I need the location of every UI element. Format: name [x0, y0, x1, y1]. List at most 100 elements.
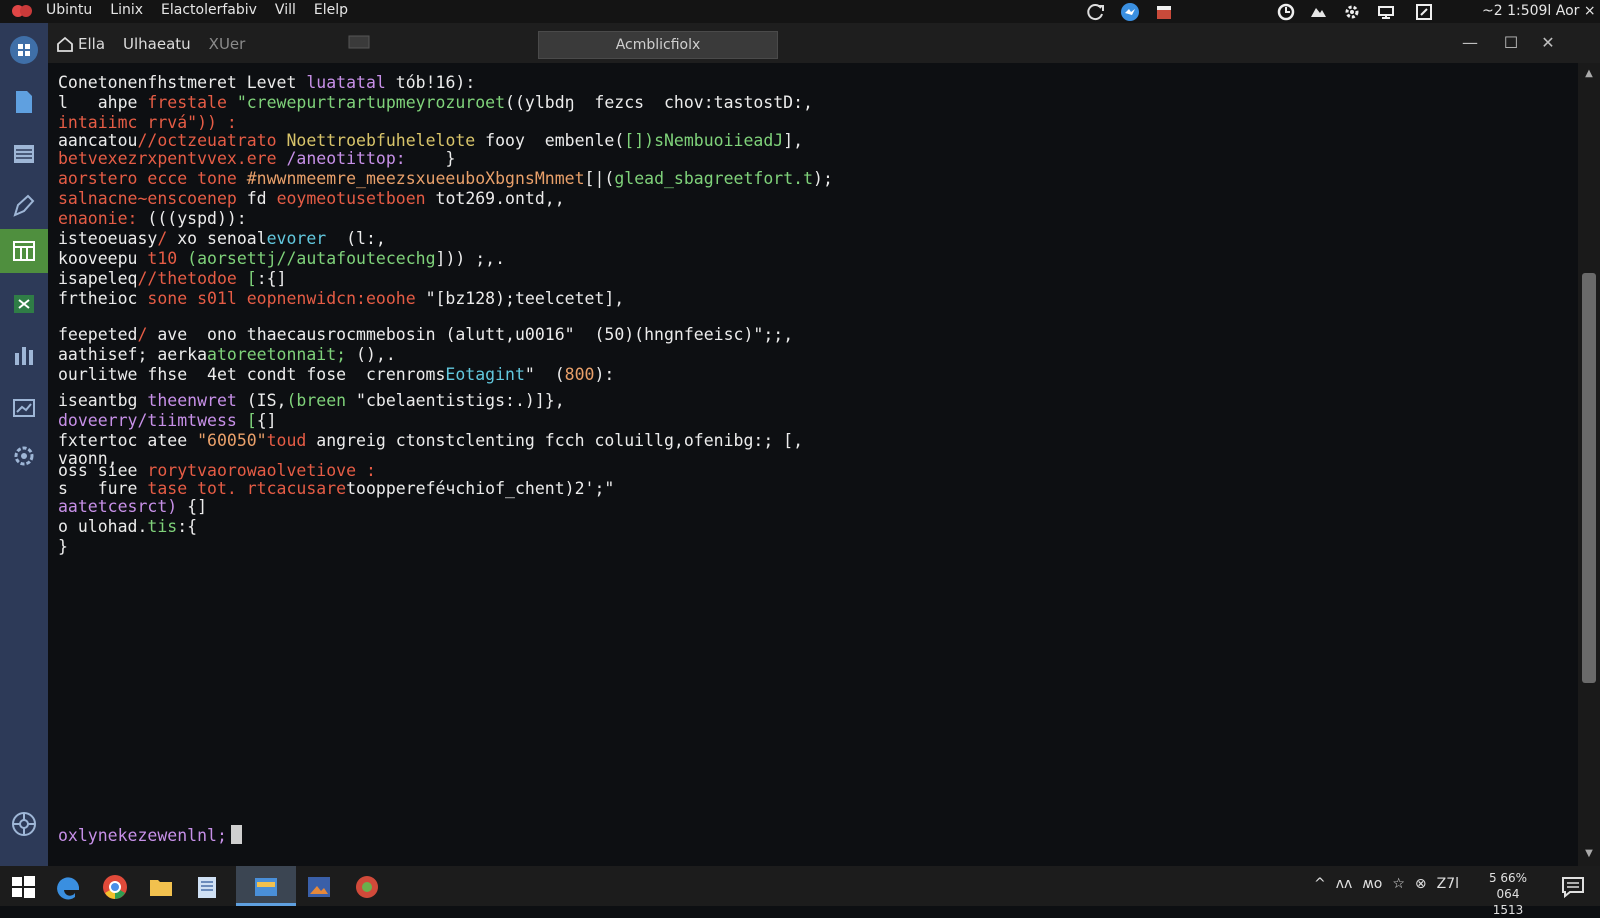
terminal-token: "60050": [197, 431, 267, 450]
menu-item-view[interactable]: Vill: [275, 2, 296, 18]
tray-keyboard-icon[interactable]: Z7l: [1437, 876, 1459, 892]
window-icon[interactable]: [1414, 2, 1434, 22]
terminal-line: }: [58, 537, 68, 557]
spreadsheet-icon[interactable]: [9, 289, 39, 319]
scroll-down-arrow-icon[interactable]: ▼: [1583, 849, 1595, 859]
bar-chart-icon[interactable]: [9, 341, 39, 371]
terminal-token: :{]: [256, 269, 287, 288]
home-icon: [57, 36, 73, 52]
menu-item-help[interactable]: Elelp: [314, 2, 348, 18]
terminal-token: (((yspd)):: [147, 209, 247, 228]
tab-bar: Ella Ulhaeatu XUer Acmblicfiolx — ☐ ✕: [48, 23, 1600, 63]
terminal-token: }: [405, 149, 456, 168]
terminal-cursor: [230, 825, 242, 844]
terminal-token: ],: [783, 131, 804, 150]
edit-icon[interactable]: [9, 191, 39, 221]
chrome-browser-icon[interactable]: [102, 874, 128, 900]
list-icon[interactable]: [9, 139, 39, 169]
terminal-token: oss siee: [58, 461, 148, 480]
terminal-line: l ahpe frestale "crewepurtrartupmeyrozur…: [58, 93, 813, 113]
tray-volume-icon[interactable]: ʍo: [1362, 876, 1382, 892]
notepad-icon[interactable]: [194, 874, 220, 900]
refresh-icon[interactable]: [1086, 2, 1106, 22]
taskbar-clock-line1: 5 66%: [1488, 871, 1528, 885]
gear-icon[interactable]: [1342, 2, 1362, 22]
table-icon[interactable]: [9, 236, 39, 266]
graph-icon[interactable]: [9, 393, 39, 423]
terminal-token: tooppereféчchiof_chent)2';": [346, 479, 615, 498]
tab-home[interactable]: Ella: [56, 35, 105, 53]
terminal-token: [: [246, 269, 257, 288]
terminal-token: fooy embenle(: [475, 131, 625, 150]
tray-shield-icon[interactable]: ⊗: [1415, 876, 1427, 892]
package-icon[interactable]: [1154, 2, 1174, 22]
start-orb-icon[interactable]: [9, 35, 39, 65]
cloud-icon[interactable]: [1308, 2, 1328, 22]
scroll-up-arrow-icon[interactable]: ▲: [1583, 69, 1595, 79]
image-editor-icon[interactable]: [306, 874, 332, 900]
scrollbar[interactable]: ▲ ▼: [1578, 63, 1600, 866]
file-explorer-icon[interactable]: [148, 874, 174, 900]
terminal-line: doveerry/tiimtwess [{]: [58, 411, 277, 431]
notification-icon[interactable]: [1560, 874, 1586, 900]
tray-wifi-icon[interactable]: ☆: [1392, 876, 1405, 892]
tray-network-icon[interactable]: ʌʌ: [1336, 876, 1353, 892]
minimize-button[interactable]: —: [1458, 31, 1482, 55]
sync-icon[interactable]: [1276, 2, 1296, 22]
top-clock[interactable]: ~2 1:509l Aor ×: [1482, 3, 1596, 19]
terminal-line: o ulohad.tis:{: [58, 517, 197, 537]
maximize-button[interactable]: ☐: [1499, 31, 1523, 55]
terminal-token: l ahpe: [58, 93, 148, 112]
terminal-token: "crewepurtrartupmeyrozuroet: [236, 93, 506, 112]
network-icon[interactable]: [1376, 2, 1396, 22]
close-button[interactable]: ✕: [1536, 31, 1560, 55]
terminal-token: (),.: [346, 345, 396, 364]
media-app-icon[interactable]: [354, 874, 380, 900]
terminal-token: " (: [524, 365, 565, 384]
app-logo-icon[interactable]: [12, 4, 32, 18]
terminal-app-icon[interactable]: [253, 874, 279, 900]
menu-item-ubuntu[interactable]: Ubintu: [46, 2, 92, 18]
terminal-token: /aneotittop:: [286, 149, 406, 168]
terminal-line: s fure tase tot. rtcacusaretooppereféчch…: [58, 479, 614, 499]
terminal-token: Noettroebfuhelelote: [286, 131, 476, 150]
top-menu: Ubintu Linix Elactolerfabiv Vill Elelp: [46, 2, 348, 18]
tray-overflow-icon[interactable]: ^: [1314, 876, 1326, 892]
terminal-output[interactable]: Conetonenfhstmeret Levet luatatal tόb!16…: [48, 63, 1578, 866]
menu-item-editor[interactable]: Elactolerfabiv: [161, 2, 257, 18]
tab-third[interactable]: XUer: [209, 35, 246, 53]
settings-icon[interactable]: [9, 441, 39, 471]
terminal-line: aancatou//octzeuatrato Noettroebfuhelelo…: [58, 131, 803, 151]
terminal-prompt-line[interactable]: oxlynekezewenlnl;: [58, 825, 242, 846]
terminal-token: 800: [564, 365, 595, 384]
bird-app-icon[interactable]: [1120, 2, 1140, 22]
terminal-token: eopnenwidcn:eoohe: [246, 289, 426, 308]
menu-item-linux[interactable]: Linix: [110, 2, 143, 18]
terminal-token: ((ylbdŋ fezcs chov:tastostD:,: [505, 93, 813, 112]
terminal-token: iseantbg: [58, 391, 148, 410]
tab-active[interactable]: Acmblicfiolx: [538, 31, 778, 59]
terminal-token: //thetodoe: [137, 269, 247, 288]
scroll-thumb[interactable]: [1582, 273, 1596, 683]
terminal-line: aatetcesrct) {]: [58, 497, 207, 517]
terminal-token: tase tot.: [147, 479, 247, 498]
terminal-token: /: [157, 229, 178, 248]
help-wheel-icon[interactable]: [9, 809, 39, 839]
terminal-token: aorstero ecce tone: [58, 169, 247, 188]
terminal-token: fxtertoc atee: [58, 431, 198, 450]
edge-browser-icon[interactable]: [56, 874, 82, 900]
new-tab-icon[interactable]: [348, 35, 370, 49]
terminal-token: atoreetonnait;: [207, 345, 347, 364]
terminal-token: intaiimc rrvá")) :: [58, 113, 237, 132]
terminal-token: (l:,: [326, 229, 386, 248]
terminal-token: frtheioc: [58, 289, 148, 308]
terminal-token: {]: [256, 411, 277, 430]
document-icon[interactable]: [9, 87, 39, 117]
terminal-prompt: oxlynekezewenlnl;: [58, 826, 227, 845]
tab-second[interactable]: Ulhaeatu: [123, 35, 191, 53]
terminal-token: (breen: [286, 391, 357, 410]
tab-group: Ella Ulhaeatu XUer: [56, 30, 245, 58]
terminal-token: "[bz128);teelcetet],: [425, 289, 625, 308]
windows-start-icon[interactable]: [10, 874, 36, 900]
taskbar-clock[interactable]: 5 66% 064 1513: [1480, 870, 1536, 918]
